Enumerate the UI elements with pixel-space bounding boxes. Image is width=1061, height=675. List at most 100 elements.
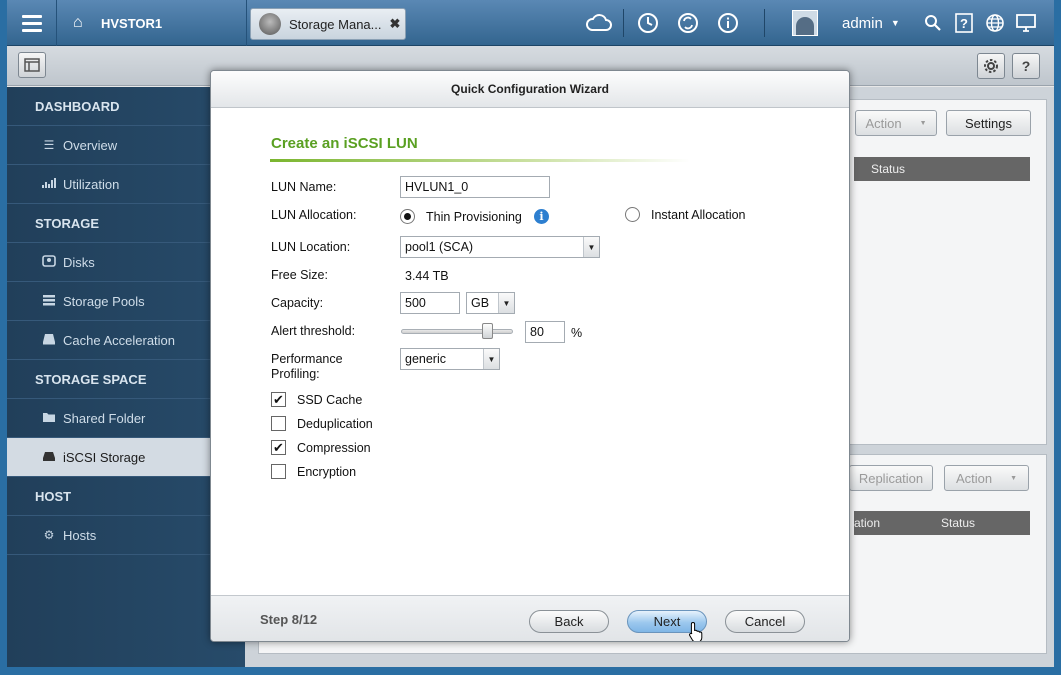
deduplication-checkbox[interactable] (271, 416, 286, 431)
layout-toggle-button[interactable] (18, 52, 46, 78)
back-button[interactable]: Back (529, 610, 609, 633)
status-column-header[interactable]: Status (854, 157, 1030, 181)
gear-icon (984, 59, 998, 73)
wizard-heading: Create an iSCSI LUN (271, 135, 418, 152)
settings-panel-button[interactable]: Settings (946, 110, 1031, 136)
list-icon: ☰ (43, 138, 55, 152)
search-icon[interactable] (919, 9, 947, 37)
lun-table-header: ation Status (854, 511, 1030, 535)
alert-threshold-slider[interactable] (401, 329, 513, 334)
lun-location-value: pool1 (SCA) (405, 240, 474, 254)
lun-name-label: LUN Name: (271, 180, 337, 194)
thin-provisioning-radio[interactable] (400, 209, 415, 224)
menu-icon-line (21, 21, 42, 25)
user-name[interactable]: admin (842, 15, 883, 32)
monitor-icon[interactable] (1012, 9, 1040, 37)
alert-unit-label: % (571, 326, 583, 340)
clock-icon[interactable] (634, 9, 662, 37)
instant-allocation-label[interactable]: Instant Allocation (651, 208, 746, 223)
settings-button[interactable] (977, 53, 1005, 79)
help-button[interactable]: ? (1012, 53, 1040, 79)
iscsi-icon (41, 450, 57, 465)
window-icon (24, 58, 40, 72)
cloud-icon[interactable] (585, 9, 613, 37)
user-area: admin ▼ (792, 0, 900, 46)
close-tab-icon[interactable]: ✖ (390, 16, 401, 32)
chevron-down-icon: ▼ (1010, 474, 1018, 482)
action-label: Action (865, 115, 902, 131)
user-menu-caret-icon[interactable]: ▼ (891, 18, 900, 28)
chevron-down-icon: ▼ (498, 293, 514, 313)
performance-profiling-label-line2: Profiling: (271, 367, 320, 381)
instant-allocation-radio[interactable] (625, 207, 640, 222)
heading-underline (270, 159, 690, 162)
app-tab-label: Storage Mana... (289, 16, 382, 32)
hand-cursor-icon (689, 621, 703, 641)
lun-allocation-label: LUN Allocation: (271, 208, 357, 222)
top-icons-right: ? (919, 0, 1040, 46)
performance-profiling-select[interactable]: generic ▼ (400, 348, 500, 370)
sidebar-item-label: Utilization (63, 176, 120, 192)
encryption-checkbox[interactable] (271, 464, 286, 479)
gear-icon: ⚙ (43, 528, 55, 542)
user-silhouette-icon (796, 17, 814, 35)
alert-threshold-input[interactable]: 80 (525, 321, 565, 343)
lun-location-label: LUN Location: (271, 240, 351, 254)
info-icon[interactable]: i (534, 209, 549, 224)
compression-label[interactable]: Compression (297, 441, 371, 456)
sidebar-item-label: Cache Acceleration (63, 332, 176, 348)
allocation-column-header[interactable]: ation (854, 516, 880, 530)
main-menu-button[interactable] (7, 0, 57, 46)
user-avatar[interactable] (792, 10, 818, 36)
bottom-action-button[interactable]: Action ▼ (944, 465, 1029, 491)
globe-icon[interactable] (981, 9, 1009, 37)
storage-manager-tab[interactable]: Storage Mana... ✖ (250, 8, 406, 40)
performance-profiling-value: generic (405, 352, 446, 366)
ssd-cache-label[interactable]: SSD Cache (297, 393, 362, 408)
step-indicator: Step 8/12 (260, 612, 318, 627)
sidebar-item-label: Disks (63, 254, 95, 270)
replication-button[interactable]: Replication (849, 465, 933, 491)
action-label: Action (955, 470, 993, 486)
info-icon[interactable] (714, 9, 742, 37)
lun-name-input[interactable]: HVLUN1_0 (400, 176, 550, 198)
menu-icon-line (21, 14, 42, 18)
help-icon[interactable]: ? (950, 9, 978, 37)
sync-icon[interactable] (674, 9, 702, 37)
storage-app-icon (259, 13, 281, 35)
toolbar-divider (623, 9, 624, 37)
pools-icon (41, 294, 57, 309)
home-tab[interactable]: ⌂ HVSTOR1 (57, 0, 247, 46)
chevron-down-icon: ▼ (483, 349, 499, 369)
toolbar-divider (764, 9, 765, 37)
status-column-header[interactable]: Status (941, 516, 975, 530)
cancel-button[interactable]: Cancel (725, 610, 805, 633)
sidebar-item-label: Hosts (63, 527, 97, 543)
alert-threshold-label: Alert threshold: (271, 324, 356, 338)
disk-icon (41, 254, 57, 270)
thin-provisioning-label[interactable]: Thin Provisioning (426, 210, 522, 225)
lun-location-select[interactable]: pool1 (SCA) ▼ (400, 236, 600, 258)
deduplication-label[interactable]: Deduplication (297, 417, 373, 432)
top-bar: ⌂ HVSTOR1 Storage Mana... ✖ admin ▼ ? (7, 0, 1054, 46)
svg-text:?: ? (960, 16, 968, 31)
sidebar-item-label: Overview (63, 137, 118, 153)
top-action-button[interactable]: Action ▼ (855, 110, 937, 136)
wizard-footer: Step 8/12 Back Next Cancel (211, 595, 849, 641)
chart-icon (41, 177, 57, 192)
top-icons-left (585, 0, 775, 46)
sidebar-item-label: Shared Folder (63, 410, 146, 426)
encryption-label[interactable]: Encryption (297, 465, 356, 480)
capacity-unit-select[interactable]: GB ▼ (466, 292, 515, 314)
free-size-label: Free Size: (271, 268, 328, 282)
nas-name: HVSTOR1 (101, 15, 163, 31)
capacity-input[interactable]: 500 (400, 292, 460, 314)
compression-checkbox[interactable]: ✔ (271, 440, 286, 455)
home-icon: ⌂ (73, 14, 83, 31)
chevron-down-icon: ▼ (919, 119, 927, 127)
ssd-cache-checkbox[interactable]: ✔ (271, 392, 286, 407)
alert-threshold-slider-handle[interactable] (481, 323, 493, 339)
capacity-unit-value: GB (471, 296, 490, 310)
free-size-value: 3.44 TB (405, 269, 449, 283)
cache-icon (41, 333, 57, 348)
